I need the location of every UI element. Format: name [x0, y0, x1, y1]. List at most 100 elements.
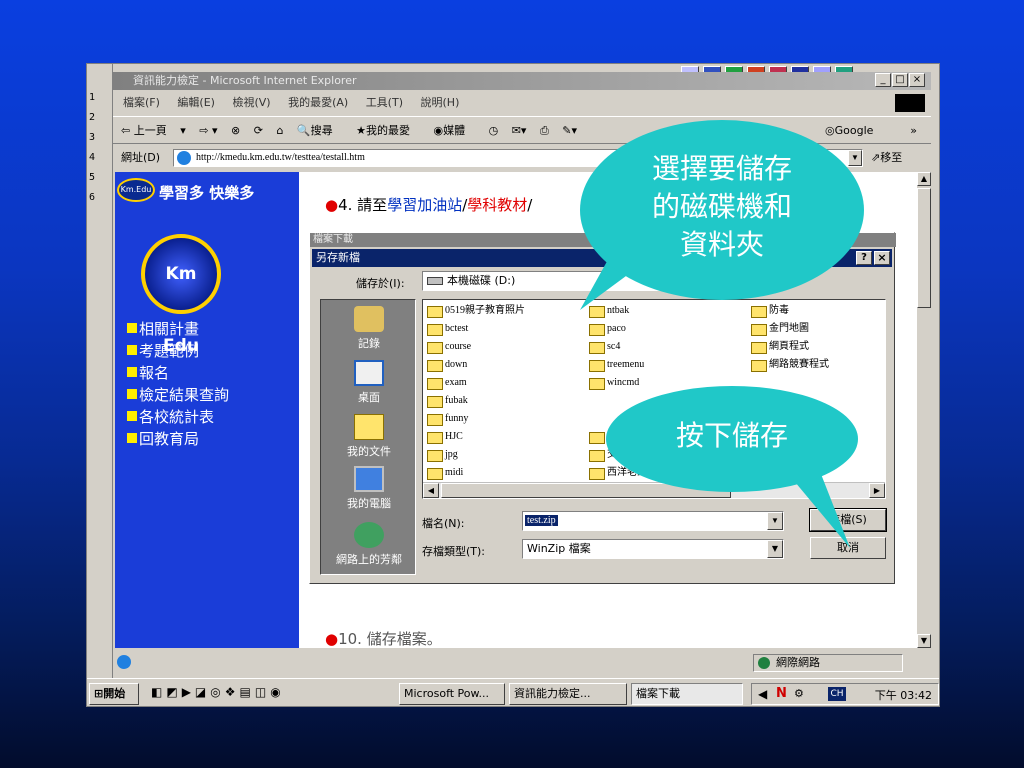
address-dropdown-icon[interactable]: ▼: [848, 150, 862, 166]
print-icon[interactable]: ⎙: [540, 124, 549, 137]
maximize-icon[interactable]: □: [892, 73, 908, 87]
filename-dropdown-icon[interactable]: ▼: [767, 512, 783, 530]
quick-launch-icon[interactable]: ◫: [255, 685, 270, 699]
nav-item-stats[interactable]: 各校統計表: [125, 406, 295, 428]
refresh-icon[interactable]: ⟳: [254, 124, 263, 137]
save-button[interactable]: 存檔(S): [809, 508, 887, 532]
folder-item[interactable]: jpg: [425, 446, 458, 464]
menu-help[interactable]: 說明(H): [421, 96, 460, 109]
place-my-computer[interactable]: 我的電腦: [321, 466, 417, 511]
filetype-dropdown-icon[interactable]: ▼: [767, 540, 783, 558]
place-network-label: 網路上的芳鄰: [336, 553, 402, 566]
cancel-button[interactable]: 取消: [810, 537, 886, 559]
folder-item[interactable]: 防毒: [749, 302, 789, 320]
input-method-icon[interactable]: CH: [828, 687, 846, 701]
stop-icon[interactable]: ⊗: [231, 124, 240, 137]
address-value: http://kmedu.km.edu.tw/testtea/testall.h…: [196, 152, 365, 163]
help-icon[interactable]: ?: [856, 251, 872, 265]
nav-item-projects[interactable]: 相關計畫: [125, 318, 295, 340]
place-desktop[interactable]: 桌面: [321, 360, 417, 405]
link-learning-station[interactable]: 學習加油站: [387, 196, 462, 214]
place-history[interactable]: 記錄: [321, 306, 417, 351]
home-icon[interactable]: ⌂: [276, 124, 283, 137]
ppt-slide-number[interactable]: 2: [89, 112, 109, 130]
folder-item[interactable]: 金門地圖: [749, 320, 809, 338]
nav-item-register[interactable]: 報名: [125, 362, 295, 384]
folder-item[interactable]: exam: [425, 374, 467, 392]
folder-item[interactable]: treemenu: [587, 356, 644, 374]
taskbar-task-powerpoint[interactable]: Microsoft Pow...: [399, 683, 505, 705]
taskbar-task-download[interactable]: 檔案下載: [631, 683, 743, 705]
menu-file[interactable]: 檔案(F): [123, 96, 160, 109]
folder-item[interactable]: midi: [425, 464, 463, 482]
edit-icon[interactable]: ✎▾: [562, 124, 577, 137]
volume-icon[interactable]: ◀: [758, 687, 767, 701]
quick-launch-icon[interactable]: ◩: [166, 685, 181, 699]
link-course-materials[interactable]: 學科教材: [467, 196, 527, 214]
filetype-select[interactable]: WinZip 檔案 ▼: [522, 539, 784, 559]
search-button[interactable]: 🔍搜尋: [297, 124, 343, 137]
folder-item[interactable]: paco: [587, 320, 626, 338]
google-button[interactable]: ◎Google: [825, 117, 883, 145]
taskbar-task-ie[interactable]: 資訊能力檢定...: [509, 683, 627, 705]
minimize-icon[interactable]: _: [875, 73, 891, 87]
folder-item[interactable]: bctest: [425, 320, 468, 338]
page-scroll-thumb[interactable]: [917, 188, 931, 308]
quick-launch-icon[interactable]: ▶: [182, 685, 195, 699]
page-vertical-scrollbar[interactable]: ▲ ▼: [917, 172, 931, 648]
folder-item[interactable]: 網頁程式: [749, 338, 809, 356]
forward-button[interactable]: ⇨ ▾: [199, 124, 217, 137]
ie-title-bar[interactable]: 資訊能力檢定 - Microsoft Internet Explorer _ □…: [113, 72, 931, 90]
nav-item-results[interactable]: 檢定結果查詢: [125, 384, 295, 406]
folder-item[interactable]: HJC: [425, 428, 463, 446]
horizontal-scrollbar[interactable]: ◀ ▶: [423, 482, 885, 498]
close-icon[interactable]: ×: [909, 73, 925, 87]
place-my-documents[interactable]: 我的文件: [321, 414, 417, 459]
ppt-slide-number[interactable]: 6: [89, 192, 109, 210]
folder-item[interactable]: 網路競賽程式: [749, 356, 829, 374]
toolbar-chevron-icon[interactable]: »: [910, 117, 917, 145]
folder-item[interactable]: ntbak: [587, 302, 629, 320]
folder-item[interactable]: sc4: [587, 338, 620, 356]
folder-item[interactable]: funny: [425, 410, 468, 428]
folder-item[interactable]: wincmd: [587, 374, 639, 392]
go-label: 移至: [880, 151, 903, 164]
menu-edit[interactable]: 編輯(E): [177, 96, 215, 109]
go-button[interactable]: ⇗移至: [871, 146, 902, 170]
ppt-slide-number[interactable]: 5: [89, 172, 109, 190]
nav-item-bureau[interactable]: 回教育局: [125, 428, 295, 450]
folder-item[interactable]: fubak: [425, 392, 468, 410]
tray-app-icon[interactable]: ⚙: [794, 687, 804, 700]
history-icon[interactable]: ◷: [489, 124, 499, 137]
scroll-up-icon[interactable]: ▲: [917, 172, 931, 186]
ppt-slide-number[interactable]: 4: [89, 152, 109, 170]
start-button[interactable]: ⊞開始: [89, 683, 139, 705]
folder-item[interactable]: 0519親子教育照片: [425, 302, 525, 320]
scroll-right-icon[interactable]: ▶: [869, 483, 885, 498]
nav-item-examples[interactable]: 考題範例: [125, 340, 295, 362]
filename-input[interactable]: test.zip ▼: [522, 511, 784, 531]
scroll-left-icon[interactable]: ◀: [423, 483, 439, 498]
folder-item[interactable]: course: [425, 338, 471, 356]
menu-view[interactable]: 檢視(V): [232, 96, 270, 109]
ppt-slide-number[interactable]: 3: [89, 132, 109, 150]
quick-launch-icon[interactable]: ◧: [151, 685, 166, 699]
media-button[interactable]: ◉媒體: [434, 124, 476, 137]
km-edu-logo[interactable]: Km Edu: [141, 234, 221, 356]
ppt-slide-number[interactable]: 1: [89, 92, 109, 110]
scroll-down-icon[interactable]: ▼: [917, 634, 931, 648]
place-network[interactable]: 網路上的芳鄰: [321, 522, 417, 567]
dialog-close-icon[interactable]: ×: [874, 251, 890, 265]
menu-favorites[interactable]: 我的最愛(A): [288, 96, 348, 109]
back-button[interactable]: ⇦ 上一頁 ▾: [121, 124, 186, 137]
folder-item[interactable]: down: [425, 356, 467, 374]
menu-tools[interactable]: 工具(T): [366, 96, 403, 109]
quick-launch-icon[interactable]: ◪: [195, 685, 210, 699]
norton-icon[interactable]: N: [776, 686, 787, 701]
mail-icon[interactable]: ✉▾: [512, 124, 527, 137]
quick-launch-icon[interactable]: ◎: [210, 685, 224, 699]
favorites-button[interactable]: ★我的最愛: [356, 124, 420, 137]
quick-launch-icon[interactable]: ◉: [270, 685, 284, 699]
quick-launch-icon[interactable]: ▤: [240, 685, 255, 699]
quick-launch-icon[interactable]: ❖: [225, 685, 240, 699]
